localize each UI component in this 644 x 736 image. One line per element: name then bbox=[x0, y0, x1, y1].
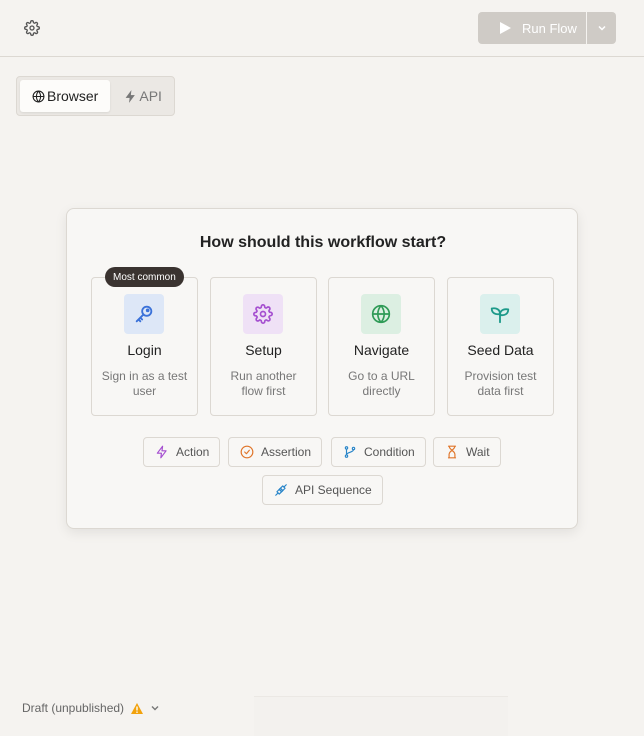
setup-icon-tile bbox=[243, 294, 283, 334]
wait-label: Wait bbox=[466, 445, 490, 459]
seed-data-icon-tile bbox=[480, 294, 520, 334]
tab-api-label: API bbox=[139, 88, 162, 104]
navigate-icon-tile bbox=[361, 294, 401, 334]
warning-icon bbox=[131, 702, 144, 714]
condition-label: Condition bbox=[364, 445, 415, 459]
check-circle-icon bbox=[240, 445, 254, 459]
option-setup-label: Setup bbox=[245, 342, 282, 358]
globe-icon bbox=[371, 304, 391, 324]
run-options-button[interactable] bbox=[587, 12, 616, 44]
card-title: How should this workflow start? bbox=[199, 234, 447, 251]
play-icon bbox=[500, 22, 511, 34]
option-setup[interactable]: Setup Run another flow first bbox=[210, 277, 317, 416]
option-navigate-label: Navigate bbox=[353, 342, 410, 358]
publish-status-dropdown[interactable]: Draft (unpublished) bbox=[22, 701, 160, 715]
run-flow-button[interactable]: Run Flow bbox=[478, 12, 586, 44]
bolt-icon bbox=[125, 89, 136, 103]
add-api-sequence-button[interactable]: API Sequence bbox=[262, 475, 383, 505]
most-common-badge: Most common bbox=[105, 267, 184, 287]
login-icon-tile bbox=[124, 294, 164, 334]
add-assertion-button[interactable]: Assertion bbox=[228, 437, 323, 467]
add-wait-button[interactable]: Wait bbox=[433, 437, 501, 467]
bottom-panel bbox=[254, 696, 508, 736]
sprout-icon bbox=[490, 307, 510, 324]
tab-browser-label: Browser bbox=[47, 88, 99, 104]
settings-button[interactable] bbox=[22, 18, 42, 38]
option-navigate[interactable]: Navigate Go to a URL directly bbox=[328, 277, 435, 416]
add-condition-button[interactable]: Condition bbox=[331, 437, 426, 467]
option-navigate-desc: Go to a URL directly bbox=[348, 369, 415, 398]
mode-toggle: Browser API bbox=[16, 76, 175, 116]
run-flow-group: Run Flow bbox=[478, 12, 616, 44]
api-sequence-label: API Sequence bbox=[295, 483, 372, 497]
option-seed-data-label: Seed Data bbox=[467, 342, 534, 358]
hourglass-icon bbox=[447, 445, 457, 459]
globe-icon bbox=[32, 90, 45, 102]
assertion-label: Assertion bbox=[261, 445, 312, 459]
gear-icon bbox=[24, 20, 40, 36]
chevron-down-icon bbox=[597, 25, 606, 31]
key-icon bbox=[135, 305, 153, 323]
action-label: Action bbox=[176, 445, 210, 459]
option-seed-data-desc: Provision test data first bbox=[464, 369, 537, 398]
option-login-desc: Sign in as a test user bbox=[101, 369, 188, 398]
option-login-label: Login bbox=[127, 342, 162, 358]
top-bar: Run Flow bbox=[0, 0, 644, 57]
branch-icon bbox=[344, 446, 356, 458]
tab-api[interactable]: API bbox=[112, 80, 174, 112]
status-label: Draft (unpublished) bbox=[22, 701, 125, 715]
chevron-down-icon bbox=[151, 706, 159, 711]
gear-icon bbox=[253, 304, 273, 324]
bolt-icon bbox=[156, 445, 167, 459]
run-flow-label: Run Flow bbox=[522, 20, 577, 36]
workflow-start-card: How should this workflow start? Most com… bbox=[66, 208, 578, 529]
option-seed-data[interactable]: Seed Data Provision test data first bbox=[447, 277, 554, 416]
add-action-button[interactable]: Action bbox=[143, 437, 221, 467]
tab-browser[interactable]: Browser bbox=[20, 80, 111, 112]
option-setup-desc: Run another flow first bbox=[230, 369, 297, 398]
option-login[interactable]: Login Sign in as a test user bbox=[91, 277, 198, 416]
plug-icon bbox=[275, 484, 287, 496]
